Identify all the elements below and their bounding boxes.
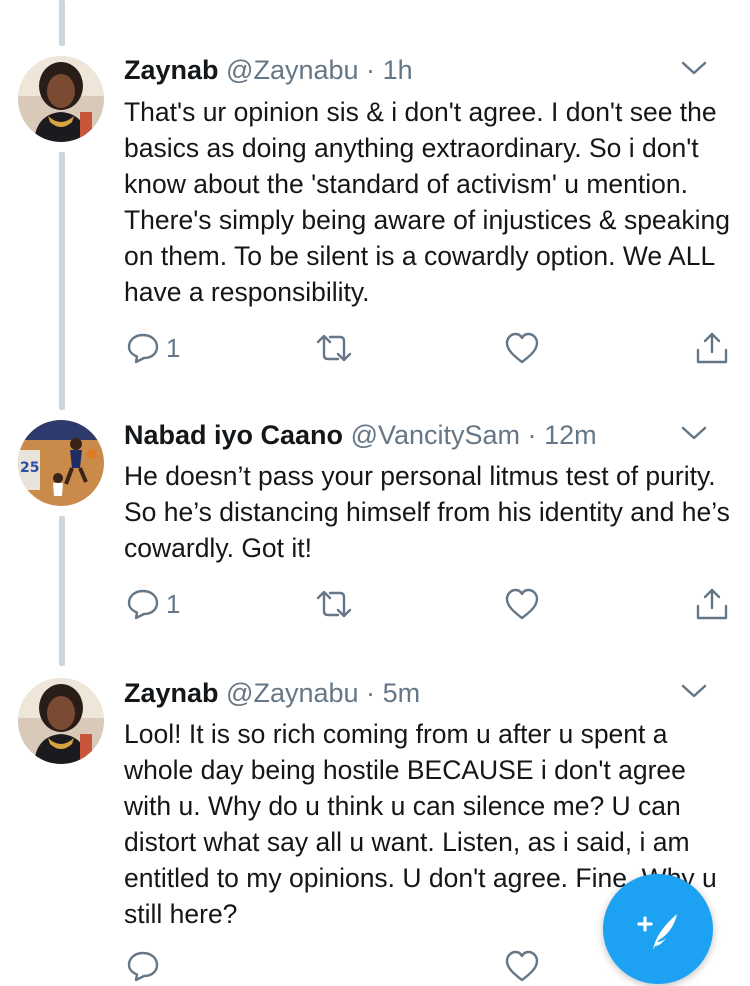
thread-line-top (59, 0, 65, 46)
like-button[interactable] (504, 584, 540, 624)
avatar[interactable]: 25 (18, 420, 104, 506)
tweet-actions: 1 (124, 584, 736, 624)
like-button[interactable] (504, 946, 540, 986)
tweet-actions: 1 (124, 328, 736, 368)
heart-icon (505, 332, 539, 364)
retweet-icon (316, 334, 352, 362)
compose-tweet-button[interactable] (603, 874, 713, 984)
compose-tweet-icon (637, 914, 677, 950)
tweet-header: Zaynab @Zaynabu · 1h (124, 52, 730, 88)
tweet-text: He doesn’t pass your personal litmus tes… (124, 461, 730, 563)
avatar[interactable] (18, 56, 104, 142)
display-name[interactable]: Zaynab (124, 678, 219, 708)
chevron-down-icon[interactable] (680, 681, 708, 701)
tweet-text: That's ur opinion sis & i don't agree. I… (124, 97, 731, 307)
reply-button[interactable]: 1 (126, 584, 180, 624)
timestamp[interactable]: 1h (383, 55, 413, 85)
reply-icon (127, 333, 159, 364)
separator: · (527, 420, 537, 450)
reply-count: 1 (166, 333, 181, 363)
separator: · (366, 678, 376, 708)
share-icon (696, 588, 728, 620)
display-name[interactable]: Zaynab (124, 55, 219, 85)
chevron-down-icon[interactable] (680, 423, 708, 443)
tweet-header: Nabad iyo Caano @VancitySam · 12m (124, 417, 730, 453)
chevron-down-icon[interactable] (680, 58, 708, 78)
avatar-woman-icon (18, 678, 104, 764)
retweet-button[interactable] (314, 584, 354, 624)
share-icon (696, 332, 728, 364)
thread-line-2 (59, 516, 65, 666)
avatar[interactable] (18, 678, 104, 764)
reply-icon (127, 589, 159, 620)
reply-button[interactable]: 1 (126, 328, 180, 368)
heart-icon (505, 588, 539, 620)
tweet-header: Zaynab @Zaynabu · 5m (124, 675, 730, 711)
display-name[interactable]: Nabad iyo Caano (124, 420, 343, 450)
timestamp[interactable]: 12m (544, 420, 597, 450)
reply-count: 1 (166, 589, 181, 619)
avatar-basketball-icon: 25 (18, 420, 104, 506)
reply-button[interactable] (126, 946, 160, 986)
user-handle[interactable]: @Zaynabu (226, 678, 358, 708)
share-button[interactable] (694, 584, 730, 624)
heart-icon (505, 950, 539, 982)
thread-line-1 (59, 152, 65, 410)
share-button[interactable] (694, 328, 730, 368)
retweet-icon (316, 590, 352, 618)
svg-text:25: 25 (20, 460, 39, 476)
avatar-woman-icon (18, 56, 104, 142)
timestamp[interactable]: 5m (383, 678, 421, 708)
reply-icon (127, 951, 159, 982)
user-handle[interactable]: @Zaynabu (226, 55, 358, 85)
user-handle[interactable]: @VancitySam (351, 420, 520, 450)
separator: · (366, 55, 376, 85)
retweet-button[interactable] (314, 328, 354, 368)
like-button[interactable] (504, 328, 540, 368)
